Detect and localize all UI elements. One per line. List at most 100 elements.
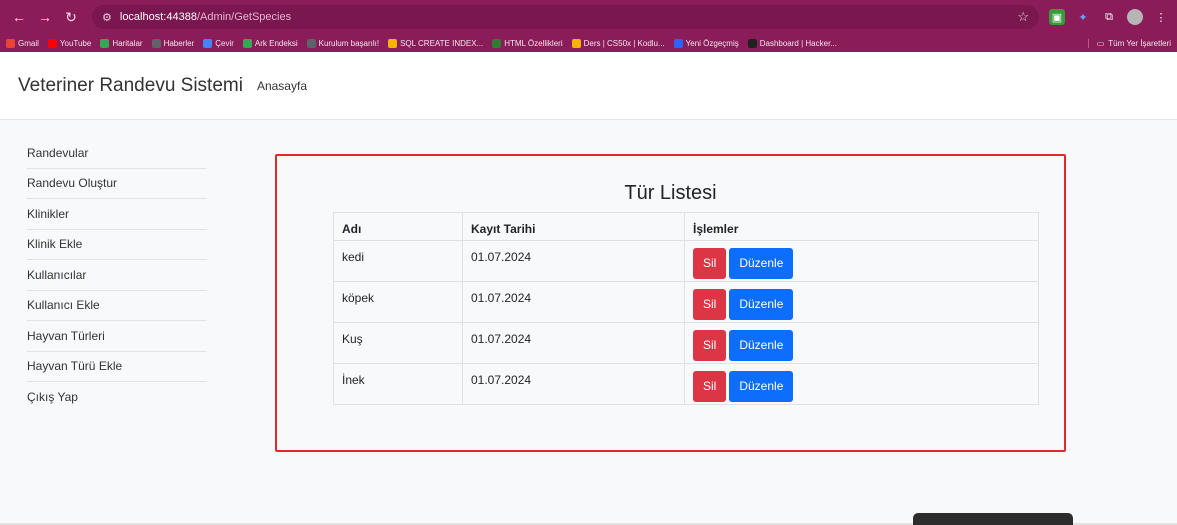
bookmark-label: Kurulum başarılı! xyxy=(318,38,380,48)
table-row: Kuş 01.07.2024 Sil Düzenle xyxy=(333,322,1039,364)
table-header-row: Adı Kayıt Tarihi İşlemler xyxy=(333,212,1039,241)
bookmark-favicon-icon xyxy=(747,38,757,48)
cell-name: İnek xyxy=(333,363,463,405)
sidebar-item-hayvan-turu-ekle[interactable]: Hayvan Türü Ekle xyxy=(27,352,207,382)
sidebar-item-randevu-olustur[interactable]: Randevu Oluştur xyxy=(27,169,207,199)
table-row: kedi 01.07.2024 Sil Düzenle xyxy=(333,240,1039,282)
bookmark-label: Çevir xyxy=(215,38,234,48)
edit-button[interactable]: Düzenle xyxy=(729,371,794,402)
bookmark-favicon-icon xyxy=(6,38,15,48)
bookmark-favicon-icon xyxy=(47,38,57,48)
bookmark-label: Dashboard | Hacker... xyxy=(759,38,837,48)
table-row: İnek 01.07.2024 Sil Düzenle xyxy=(333,363,1039,405)
edit-button[interactable]: Düzenle xyxy=(729,330,794,361)
table-row: köpek 01.07.2024 Sil Düzenle xyxy=(333,281,1039,323)
url-path: /Admin/GetSpecies xyxy=(196,11,292,23)
column-header-actions: İşlemler xyxy=(684,212,1039,241)
menu-kebab-icon[interactable]: ⋮ xyxy=(1153,9,1169,25)
home-link[interactable]: Anasayfa xyxy=(257,79,307,93)
site-info-icon[interactable]: ⚙ xyxy=(102,11,112,24)
sidebar-item-klinik-ekle[interactable]: Klinik Ekle xyxy=(27,230,207,260)
column-header-name: Adı xyxy=(333,212,463,241)
extensions-puzzle-icon[interactable]: ⧉ xyxy=(1101,9,1117,25)
taskbar-preview xyxy=(913,513,1073,525)
cell-name: Kuş xyxy=(333,322,463,364)
bookmark-item[interactable]: Kurulum başarılı! xyxy=(306,38,380,48)
cell-actions: Sil Düzenle xyxy=(684,322,1039,364)
bookmark-label: Gmail xyxy=(18,38,39,48)
delete-button[interactable]: Sil xyxy=(693,289,727,320)
bookmark-item[interactable]: Haberler xyxy=(151,38,195,48)
bookmark-label: SQL CREATE INDEX... xyxy=(400,38,484,48)
sidebar-item-kullanici-ekle[interactable]: Kullanıcı Ekle xyxy=(27,291,207,321)
bookmark-favicon-icon xyxy=(151,38,161,48)
cell-date: 01.07.2024 xyxy=(462,240,685,282)
bookmark-item[interactable]: Çevir xyxy=(203,38,234,48)
sidebar-item-randevular[interactable]: Randevular xyxy=(27,138,207,169)
species-table: Adı Kayıt Tarihi İşlemler kedi 01.07.202… xyxy=(333,212,1039,405)
cell-name: kedi xyxy=(333,240,463,282)
url-host: localhost:44388 xyxy=(119,11,197,23)
bookmark-favicon-icon xyxy=(242,38,252,48)
app-navbar: Veteriner Randevu Sistemi Anasayfa xyxy=(0,52,1177,120)
delete-button[interactable]: Sil xyxy=(693,371,727,402)
delete-button[interactable]: Sil xyxy=(693,330,727,361)
bookmark-label: Ders | CS50x | Kodlu... xyxy=(583,38,665,48)
bookmark-item[interactable]: YouTube xyxy=(47,38,92,48)
bookmark-item[interactable]: Ark Endeksi xyxy=(242,38,298,48)
bookmark-item[interactable]: SQL CREATE INDEX... xyxy=(388,38,484,48)
bookmark-item[interactable]: Ders | CS50x | Kodlu... xyxy=(571,38,665,48)
all-bookmarks-label: Tüm Yer İşaretleri xyxy=(1108,38,1171,48)
extension-icon[interactable]: ▣ xyxy=(1049,9,1065,25)
extension-star-icon[interactable]: ✦ xyxy=(1075,9,1091,25)
cell-actions: Sil Düzenle xyxy=(684,363,1039,405)
page-body: Randevular Randevu Oluştur Klinikler Kli… xyxy=(0,120,1177,525)
bookmark-label: HTML Özellikleri xyxy=(504,38,563,48)
forward-icon[interactable]: → xyxy=(34,6,56,28)
bookmark-favicon-icon xyxy=(203,38,213,48)
bookmark-label: Haritalar xyxy=(112,38,143,48)
cell-date: 01.07.2024 xyxy=(462,322,685,364)
edit-button[interactable]: Düzenle xyxy=(729,289,794,320)
main-content: Tür Listesi Adı Kayıt Tarihi İşlemler ke… xyxy=(207,120,1177,525)
bookmark-item[interactable]: Yeni Özgeçmiş xyxy=(673,38,739,48)
back-icon[interactable]: ← xyxy=(8,6,30,28)
bookmark-favicon-icon xyxy=(306,38,316,48)
delete-button[interactable]: Sil xyxy=(693,248,727,279)
sidebar-item-klinikler[interactable]: Klinikler xyxy=(27,199,207,230)
cell-name: köpek xyxy=(333,281,463,323)
profile-avatar[interactable] xyxy=(1127,9,1143,25)
bookmarks-bar: Gmail YouTube Haritalar Haberler Çevir A… xyxy=(0,34,1177,52)
bookmark-star-icon[interactable]: ☆ xyxy=(1017,9,1029,25)
reload-icon[interactable]: ↻ xyxy=(60,6,82,28)
bookmark-label: Yeni Özgeçmiş xyxy=(685,38,739,48)
bookmark-label: Ark Endeksi xyxy=(254,38,298,48)
species-list-panel: Tür Listesi Adı Kayıt Tarihi İşlemler ke… xyxy=(275,154,1066,452)
bookmark-item[interactable]: Gmail xyxy=(6,38,39,48)
bookmark-label: Haberler xyxy=(163,38,195,48)
cell-actions: Sil Düzenle xyxy=(684,281,1039,323)
page-title: Tür Listesi xyxy=(624,182,717,204)
bookmark-favicon-icon xyxy=(673,38,683,48)
bookmark-favicon-icon xyxy=(388,38,398,48)
sidebar-item-cikis-yap[interactable]: Çıkış Yap xyxy=(27,382,207,413)
cell-date: 01.07.2024 xyxy=(462,281,685,323)
edit-button[interactable]: Düzenle xyxy=(729,248,794,279)
address-bar[interactable]: ⚙ localhost:44388 /Admin/GetSpecies ☆ xyxy=(92,5,1039,29)
bookmark-item[interactable]: Haritalar xyxy=(100,38,143,48)
sidebar-item-hayvan-turleri[interactable]: Hayvan Türleri xyxy=(27,321,207,352)
bookmark-label: YouTube xyxy=(59,38,92,48)
bookmark-favicon-icon xyxy=(492,38,502,48)
cell-actions: Sil Düzenle xyxy=(684,240,1039,282)
browser-toolbar: ← → ↻ ⚙ localhost:44388 /Admin/GetSpecie… xyxy=(0,0,1177,34)
bookmark-item[interactable]: Dashboard | Hacker... xyxy=(747,38,837,48)
cell-date: 01.07.2024 xyxy=(462,363,685,405)
bookmark-favicon-icon xyxy=(100,38,110,48)
bookmark-favicon-icon xyxy=(571,38,581,48)
column-header-date: Kayıt Tarihi xyxy=(462,212,685,241)
all-bookmarks-folder[interactable]: ▭ Tüm Yer İşaretleri xyxy=(1087,38,1171,48)
folder-icon: ▭ xyxy=(1096,38,1105,48)
brand-link[interactable]: Veteriner Randevu Sistemi xyxy=(18,75,243,97)
sidebar-item-kullanicilar[interactable]: Kullanıcılar xyxy=(27,260,207,291)
bookmark-item[interactable]: HTML Özellikleri xyxy=(492,38,563,48)
